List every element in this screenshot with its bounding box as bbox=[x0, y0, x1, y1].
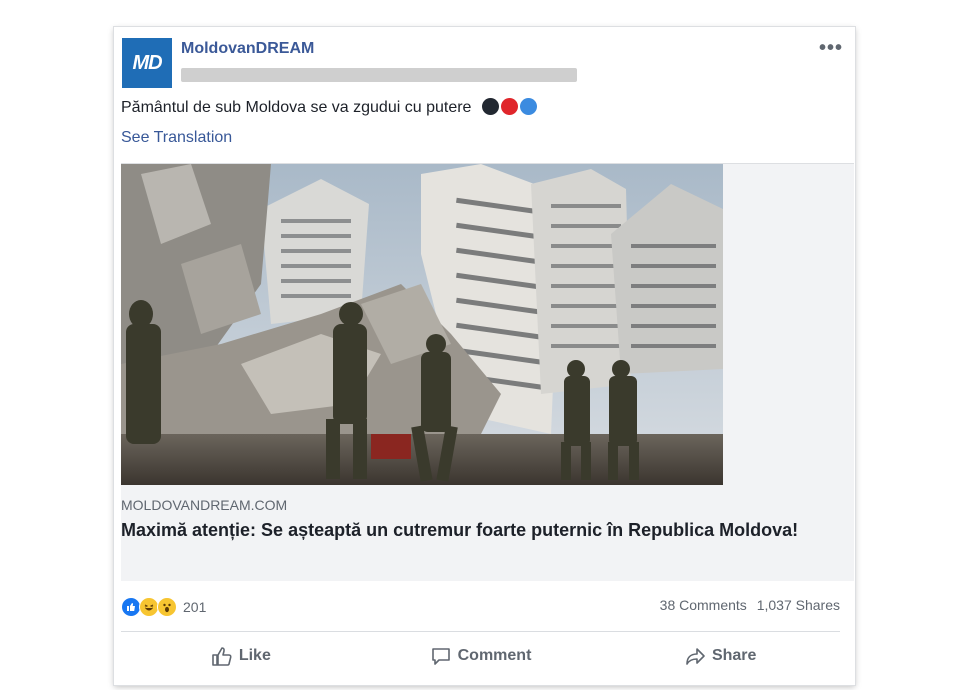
shares-count[interactable]: 1,037 Shares bbox=[757, 597, 840, 613]
divider bbox=[121, 631, 840, 632]
reaction-count: 201 bbox=[183, 599, 207, 615]
comment-label: Comment bbox=[457, 647, 532, 664]
link-domain: MOLDOVANDREAM.COM bbox=[121, 497, 288, 513]
like-button[interactable]: Like bbox=[121, 639, 361, 673]
redacted-timestamp bbox=[181, 68, 577, 82]
like-icon bbox=[121, 597, 141, 617]
facebook-post-card: MD MoldovanDREAM ••• Pământul de sub Mol… bbox=[114, 27, 855, 685]
share-button[interactable]: Share bbox=[600, 639, 840, 673]
share-arrow-icon bbox=[686, 648, 705, 665]
reactions-summary[interactable]: 201 bbox=[121, 597, 206, 617]
blue-circle-emoji-icon bbox=[519, 98, 537, 115]
black-circle-emoji-icon bbox=[481, 98, 499, 115]
wow-icon bbox=[157, 597, 177, 617]
comment-bubble-icon bbox=[431, 648, 450, 665]
post-text-line: Pământul de sub Moldova se va zgudui cu … bbox=[121, 98, 537, 117]
engagement-counts: 38 Comments 1,037 Shares bbox=[654, 597, 840, 613]
collapsed-buildings-image bbox=[121, 164, 723, 485]
share-label: Share bbox=[711, 647, 757, 664]
see-translation-link[interactable]: See Translation bbox=[121, 129, 232, 147]
more-options-icon[interactable]: ••• bbox=[819, 37, 843, 60]
red-circle-emoji-icon bbox=[500, 98, 518, 115]
link-title[interactable]: Maximă atenție: Se așteaptă un cutremur … bbox=[121, 518, 801, 542]
logo-text: MD bbox=[132, 51, 162, 74]
page-avatar[interactable]: MD bbox=[122, 38, 172, 88]
action-bar: Like Comment Share bbox=[121, 639, 840, 673]
post-text: Pământul de sub Moldova se va zgudui cu … bbox=[121, 99, 472, 116]
post-stats: 201 38 Comments 1,037 Shares bbox=[121, 595, 840, 617]
earthquake-photo[interactable] bbox=[121, 164, 723, 485]
comment-button[interactable]: Comment bbox=[361, 639, 601, 673]
link-preview[interactable]: MOLDOVANDREAM.COM Maximă atenție: Se așt… bbox=[121, 163, 854, 581]
comments-count[interactable]: 38 Comments bbox=[660, 597, 747, 613]
like-label: Like bbox=[238, 647, 271, 664]
page-name-link[interactable]: MoldovanDREAM bbox=[181, 40, 314, 58]
haha-icon bbox=[139, 597, 159, 617]
thumbs-up-icon bbox=[212, 647, 232, 666]
